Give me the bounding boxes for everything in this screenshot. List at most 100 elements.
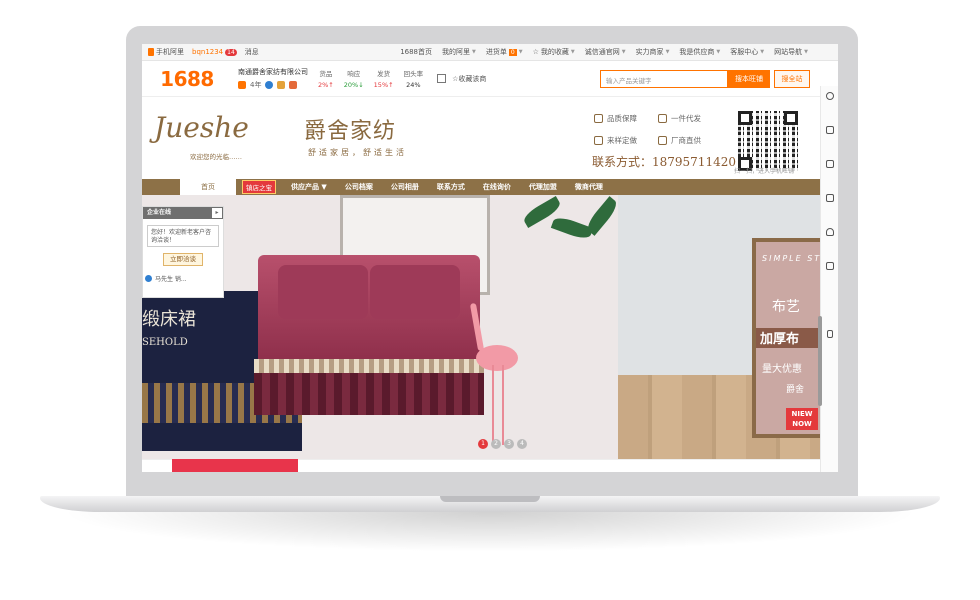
home-link[interactable]: 1688首页 [400,47,432,57]
flamingo-decoration [476,345,518,371]
supplier-label: 我是供应商 [679,48,715,56]
promo-text: SIMPLE STY [762,254,829,263]
nav-wechat-agent[interactable]: 微商代理 [566,182,612,192]
company-metrics: 货品 2%↑ 响应 20%↓ 发货 15%↑ 回头率 24% [318,68,423,89]
brand-slogan: 舒适家居，舒适生活 [308,148,407,157]
cup-icon[interactable] [826,194,834,202]
star-icon: ☆ [532,48,539,56]
site-header: 1688 南通爵舍家纺有限公司 4年 货品 2%↑ 响应 20%↓ 发货 15%… [142,61,838,97]
flamingo-decoration [502,365,504,445]
nav-album[interactable]: 公司相册 [382,182,428,192]
browser-screen: 手机阿里 bqn1234 14 消息 1688首页 我的阿里 ▼ 进货单 0 ▼ ☆ 我… [142,44,838,472]
chevron-down-icon: ▼ [621,49,626,55]
user-link[interactable]: bqn1234 14 [192,48,237,56]
bed-skirt [254,367,484,415]
shield-icon [594,114,603,123]
my-alibaba-link[interactable]: 我的阿里 ▼ [442,47,476,57]
chevron-down-icon: ▼ [518,49,523,55]
metric-label: 发货 [377,70,391,78]
chat-greeting: 您好！欢迎新老客户咨询洽谈！ [147,225,219,247]
hero-carousel[interactable]: 缎床裙 SEHOLD SIMPLE STY 布艺 加厚布 量大优惠 爵舍 NIE… [142,195,838,459]
promo-text: 爵舍 [786,385,805,395]
favorite-area: ☆收藏该商 [437,74,486,84]
mobile-label: 手机阿里 [156,48,184,56]
metric-value: 20%↓ [343,81,364,89]
qr-caption: 扫一扫，进入手机旺铺 [734,168,795,175]
mobile-link[interactable]: 手机阿里 [148,47,184,57]
metric-repeat-rate: 回头率 24% [404,68,424,89]
chevron-down-icon: ▼ [472,49,476,55]
company-years: 4年 [250,81,262,89]
power-merchant-link[interactable]: 实力商家 ▼ [636,47,670,57]
search-shop-button[interactable]: 搜本旺铺 [728,70,770,88]
service-center-link[interactable]: 客服中心 ▼ [730,47,764,57]
favorites-link[interactable]: ☆ 我的收藏 ▼ [533,47,575,57]
service-custom: 来样定做 [594,135,637,146]
carousel-dot[interactable]: 2 [491,439,501,449]
brand-script-logo: Jueshe [154,111,249,144]
chevron-down-icon: ▼ [716,49,721,55]
brand-name: 爵舍家纺 [304,119,397,144]
chevron-down-icon: ▼ [804,49,808,55]
trustpass-link[interactable]: 诚信通官网 ▼ [585,47,626,57]
calendar-icon[interactable] [826,262,834,270]
favorites-label: 我的收藏 [540,48,569,56]
supplier-link[interactable]: 我是供应商 ▼ [679,47,720,57]
guarantee-icon [277,81,286,89]
nav-inquiry[interactable]: 在线询价 [474,182,520,192]
favorite-shop-button[interactable]: ☆收藏该商 [452,74,486,84]
company-info: 南通爵舍家纺有限公司 4年 [238,67,308,90]
certificate-icon [289,81,298,89]
nav-hot-item[interactable]: 镇店之宝 [242,180,276,194]
service-quality: 品质保障 [594,113,637,124]
bookmark-icon[interactable] [826,160,834,168]
bell-icon[interactable] [826,228,834,236]
service-label: 来样定做 [607,136,637,145]
factory-icon [658,136,667,145]
search-input[interactable]: 输入产品关键字 [600,70,728,88]
user-icon[interactable] [826,92,834,100]
site-nav-link[interactable]: 网站导航 ▼ [774,47,808,57]
top-bar: 手机阿里 bqn1234 14 消息 1688首页 我的阿里 ▼ 进货单 0 ▼ ☆ 我… [142,44,838,61]
metric-label: 响应 [347,70,361,78]
nav-products[interactable]: 供应产品 ▼ [282,182,336,192]
nav-home[interactable]: 首页 [180,179,236,195]
cart-link[interactable]: 进货单 0 ▼ [486,47,523,57]
metric-shipping: 发货 15%↑ [374,68,394,89]
promo-text: 布艺 [772,299,800,315]
nav-franchise[interactable]: 代理加盟 [520,182,566,192]
company-name[interactable]: 南通爵舍家纺有限公司 [238,67,308,77]
chat-title: 企业在线 ▸ [143,207,223,219]
chevron-down-icon: ▼ [570,49,575,55]
hero-text: SEHOLD [142,337,188,348]
mobile-icon[interactable] [827,330,833,338]
online-chat-panel: 企业在线 ▸ 您好！欢迎新老客户咨询洽谈！ 立即洽谈 马先生 销... [142,206,224,298]
category-tab[interactable] [172,459,298,472]
metric-label: 货品 [319,70,333,78]
scrollbar[interactable] [818,316,822,406]
metric-response: 响应 20%↓ [344,68,364,89]
messages-link[interactable]: 消息 [245,47,259,57]
chat-agent[interactable]: 马先生 销... [145,274,223,283]
product-image-pink-bed [258,255,480,367]
leaf-decoration [583,196,621,236]
site-logo[interactable]: 1688 [142,67,232,91]
qr-code-icon[interactable] [437,74,447,83]
cart-badge: 0 [508,48,517,56]
mail-icon[interactable] [826,126,834,134]
contact-phone: 联系方式：18795711420 [592,155,736,169]
nav-contact[interactable]: 联系方式 [428,182,474,192]
collapse-arrow-icon[interactable]: ▸ [212,208,222,218]
site-nav-label: 网站导航 [774,48,803,56]
carousel-dot[interactable]: 4 [517,439,527,449]
search-all-button[interactable]: 搜全站 [774,70,810,88]
laptop-shadow [60,512,920,552]
chat-now-button[interactable]: 立即洽谈 [163,253,203,266]
nav-profile[interactable]: 公司档案 [336,182,382,192]
carousel-dot[interactable]: 1 [478,439,488,449]
brand-welcome: 欢迎您的光临…… [190,153,242,161]
power-merchant-label: 实力商家 [635,48,664,56]
carousel-dot[interactable]: 3 [504,439,514,449]
agent-avatar-icon [145,275,152,282]
metric-value: 24% [406,81,421,89]
